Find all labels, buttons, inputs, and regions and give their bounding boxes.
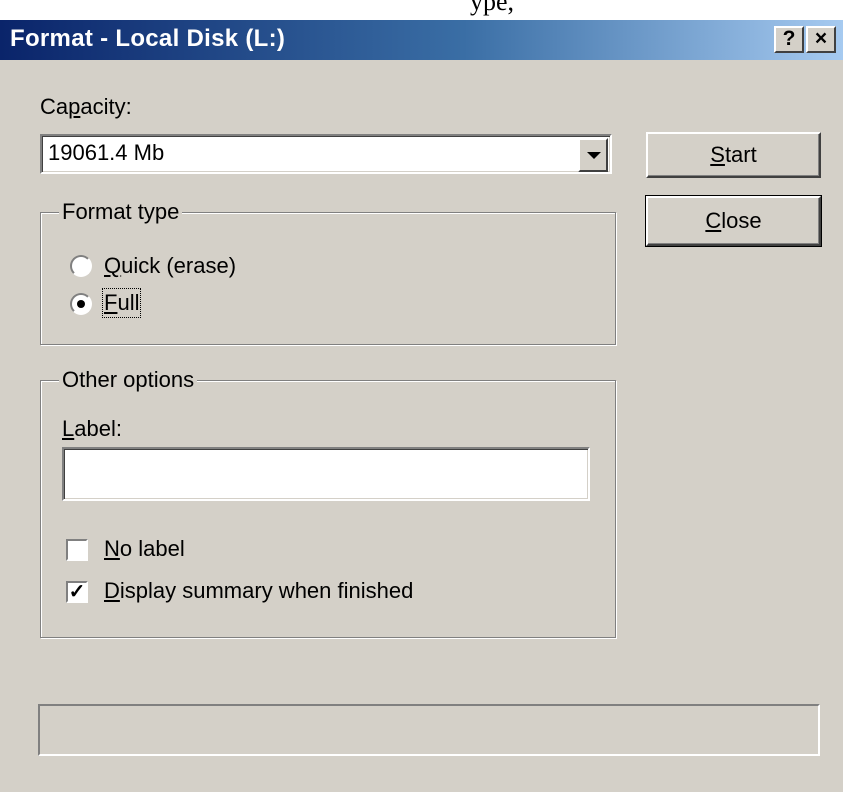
close-window-button[interactable]: × (806, 26, 836, 53)
format-type-legend: Format type (59, 199, 183, 225)
radio-selected-dot (77, 300, 85, 308)
label-input[interactable] (62, 447, 590, 501)
background-text-strip: ype, (0, 0, 843, 22)
quick-radio-label[interactable]: Quick (erase) (104, 253, 236, 279)
quick-radio[interactable] (70, 255, 92, 277)
close-button[interactable]: Close (645, 195, 822, 247)
background-text: ype, (470, 0, 515, 16)
chevron-down-icon (587, 152, 601, 159)
display-summary-label[interactable]: Display summary when finished (104, 578, 413, 604)
label-field-label: Label: (62, 416, 122, 441)
start-button[interactable]: Start (646, 132, 821, 178)
title-bar[interactable]: Format - Local Disk (L:) ? × (0, 20, 843, 60)
capacity-value: 19061.4 Mb (48, 140, 165, 165)
capacity-combobox[interactable]: 19061.4 Mb (40, 134, 612, 174)
no-label-checkbox[interactable] (66, 539, 88, 561)
no-label-label[interactable]: No label (104, 536, 185, 562)
full-radio[interactable] (70, 293, 92, 315)
status-bar (38, 704, 820, 756)
display-summary-checkbox[interactable]: ✓ (66, 581, 88, 603)
help-button[interactable]: ? (774, 26, 804, 53)
window-title: Format - Local Disk (L:) (10, 25, 286, 52)
other-options-legend: Other options (59, 367, 198, 393)
format-dialog: Format - Local Disk (L:) ? × Capacity: 1… (0, 20, 843, 792)
dropdown-button[interactable] (578, 138, 608, 172)
full-radio-label[interactable]: Full (101, 288, 142, 318)
capacity-label: Capacity: (40, 94, 132, 119)
